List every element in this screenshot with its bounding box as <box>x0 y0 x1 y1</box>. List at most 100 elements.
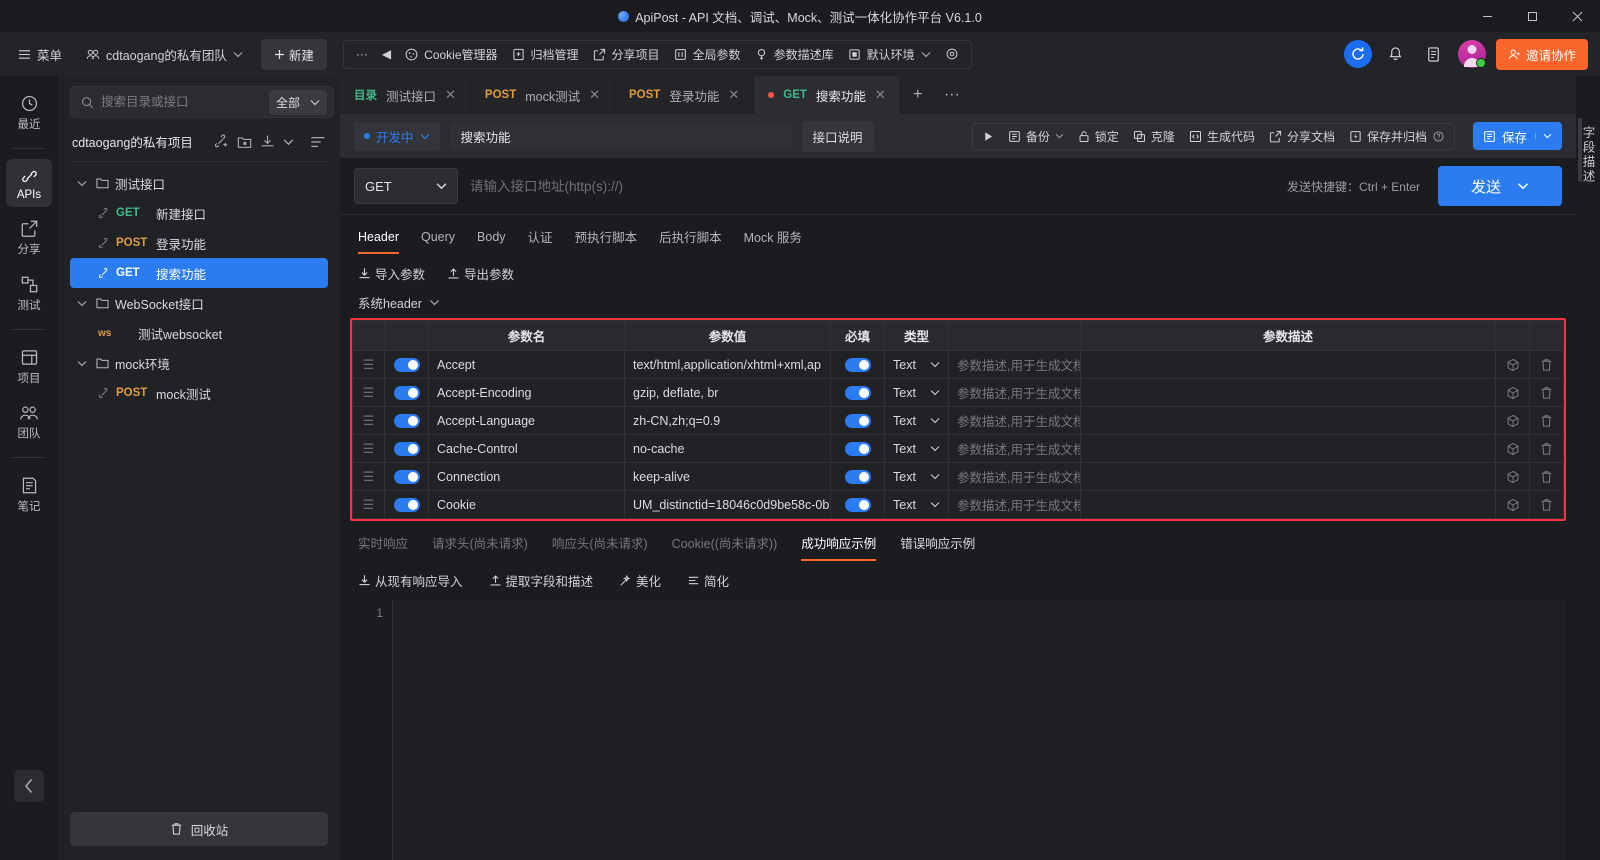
row-delete-button[interactable] <box>1529 406 1564 435</box>
api-status-select[interactable]: 开发中 <box>354 121 440 151</box>
row-drag-handle[interactable]: ☰ <box>352 490 385 519</box>
tree-item-search[interactable]: GET 搜索功能 <box>70 258 328 288</box>
environment-selector[interactable]: 默认环境 <box>848 46 931 63</box>
row-param-name[interactable]: Cookie <box>428 490 625 519</box>
row-drag-handle[interactable]: ☰ <box>352 350 385 379</box>
response-tab-error-example[interactable]: 错误响应示例 <box>900 533 975 561</box>
row-param-name[interactable]: Accept-Language <box>428 406 625 435</box>
row-param-value[interactable]: keep-alive <box>624 462 831 491</box>
row-enable-toggle[interactable] <box>384 434 429 463</box>
maximize-button[interactable] <box>1510 0 1555 32</box>
rail-item-team[interactable]: 团队 <box>6 396 52 447</box>
rail-item-notes[interactable]: 笔记 <box>6 468 52 520</box>
row-enable-toggle[interactable] <box>384 490 429 519</box>
row-desc-placeholder[interactable]: 参数描述,用于生成文档 <box>948 350 1081 379</box>
search-filter-select[interactable]: 全部 <box>269 89 328 115</box>
row-variable-button[interactable] <box>1495 378 1530 407</box>
row-delete-button[interactable] <box>1529 378 1564 407</box>
tab-pre-script[interactable]: 预执行脚本 <box>575 221 638 256</box>
row-param-name[interactable]: Cache-Control <box>428 434 625 463</box>
response-tab-request-headers[interactable]: 请求头(尚未请求) <box>432 533 528 561</box>
project-more-button[interactable] <box>283 138 294 146</box>
sync-button[interactable] <box>1343 40 1372 68</box>
recycle-bin-button[interactable]: 回收站 <box>70 812 328 846</box>
row-required-toggle[interactable] <box>830 490 885 519</box>
tab-more-button[interactable]: ··· <box>935 76 969 114</box>
row-type-select[interactable]: Text <box>884 406 949 435</box>
rail-item-test[interactable]: 测试 <box>6 267 52 319</box>
table-row[interactable]: ☰ Accept text/html,application/xhtml+xml… <box>352 350 1564 379</box>
row-enable-toggle[interactable] <box>384 406 429 435</box>
backup-button[interactable]: 备份 <box>1008 128 1064 145</box>
tab-close-icon[interactable]: ✕ <box>728 87 739 103</box>
row-delete-button[interactable] <box>1529 490 1564 519</box>
param-library-button[interactable]: 参数描述库 <box>755 46 834 63</box>
editor-code-area[interactable] <box>392 600 1566 860</box>
invite-collaborate-button[interactable]: 邀请协作 <box>1495 38 1588 70</box>
tree-item-mock-test[interactable]: POST mock测试 <box>70 378 328 408</box>
chevron-down-icon[interactable] <box>74 175 90 191</box>
table-row[interactable]: ☰ Accept-Language zh-CN,zh;q=0.9 Text 参数… <box>352 406 1564 435</box>
response-tab-cookie[interactable]: Cookie((尚未请求)) <box>672 533 778 561</box>
rail-item-share[interactable]: 分享 <box>6 211 52 263</box>
row-type-select[interactable]: Text <box>884 378 949 407</box>
row-variable-button[interactable] <box>1495 434 1530 463</box>
tab-mock-service[interactable]: Mock 服务 <box>744 221 802 256</box>
response-tab-response-headers[interactable]: 响应头(尚未请求) <box>552 533 648 561</box>
generate-code-button[interactable]: 生成代码 <box>1189 128 1255 145</box>
row-param-name[interactable]: Accept-Encoding <box>428 378 625 407</box>
row-type-select[interactable]: Text <box>884 490 949 519</box>
add-api-button[interactable] <box>214 134 229 149</box>
tree-folder-test-api[interactable]: 测试接口 <box>70 168 328 198</box>
notifications-button[interactable] <box>1382 40 1410 68</box>
new-button[interactable]: 新建 <box>260 38 327 70</box>
system-header-toggle[interactable]: 系统header <box>340 285 458 318</box>
save-button[interactable]: 保存 <box>1472 122 1562 150</box>
response-example-editor[interactable]: 1 <box>350 600 1566 860</box>
url-input[interactable] <box>458 168 1287 204</box>
toolbar-back-button[interactable]: ◀ <box>382 47 391 61</box>
api-description-button[interactable]: 接口说明 <box>801 120 874 152</box>
row-param-desc[interactable] <box>1080 462 1496 491</box>
row-required-toggle[interactable] <box>830 350 885 379</box>
tab-close-icon[interactable]: ✕ <box>875 87 886 103</box>
row-required-toggle[interactable] <box>830 378 885 407</box>
rail-collapse-button[interactable] <box>14 770 44 802</box>
sort-button[interactable] <box>310 135 326 149</box>
new-tab-button[interactable]: + <box>901 76 935 114</box>
menu-button[interactable]: 菜单 <box>12 41 68 68</box>
tree-item-login[interactable]: POST 登录功能 <box>70 228 328 258</box>
send-button[interactable]: 发送 <box>1438 166 1562 206</box>
table-row[interactable]: ☰ Cache-Control no-cache Text 参数描述,用于生成文… <box>352 434 1564 463</box>
save-archive-button[interactable]: 保存并归档 <box>1349 128 1444 145</box>
row-param-desc[interactable] <box>1080 490 1496 519</box>
add-folder-button[interactable] <box>237 135 252 149</box>
export-params-button[interactable]: 导出参数 <box>447 264 514 283</box>
row-delete-button[interactable] <box>1529 462 1564 491</box>
simplify-button[interactable]: 简化 <box>687 571 729 590</box>
tab-close-icon[interactable]: ✕ <box>589 87 600 103</box>
row-drag-handle[interactable]: ☰ <box>352 406 385 435</box>
row-drag-handle[interactable]: ☰ <box>352 378 385 407</box>
search-input[interactable] <box>101 95 262 109</box>
import-from-response-button[interactable]: 从现有响应导入 <box>358 571 463 590</box>
response-tab-success-example[interactable]: 成功响应示例 <box>801 533 877 561</box>
lock-button[interactable]: 锁定 <box>1078 128 1119 145</box>
import-button[interactable] <box>260 134 275 149</box>
rail-item-project[interactable]: 项目 <box>6 340 52 392</box>
row-drag-handle[interactable]: ☰ <box>352 462 385 491</box>
avatar[interactable] <box>1457 40 1486 68</box>
field-description-panel[interactable]: 字段描述 <box>1576 76 1600 860</box>
row-desc-placeholder[interactable]: 参数描述,用于生成文档 <box>948 406 1081 435</box>
tab-mock-test[interactable]: POST mock测试 ✕ <box>471 76 616 114</box>
tree-folder-websocket[interactable]: WebSocket接口 <box>70 288 328 318</box>
row-param-desc[interactable] <box>1080 406 1496 435</box>
tab-login[interactable]: POST 登录功能 ✕ <box>615 76 755 114</box>
chevron-down-icon[interactable] <box>74 355 90 371</box>
eye-toggle-button[interactable] <box>945 47 959 61</box>
row-param-value[interactable]: UM_distinctid=18046c0d9be58c-0b <box>624 490 831 519</box>
row-param-desc[interactable] <box>1080 378 1496 407</box>
import-params-button[interactable]: 导入参数 <box>358 264 425 283</box>
global-params-button[interactable]: 全局参数 <box>674 46 741 63</box>
row-variable-button[interactable] <box>1495 490 1530 519</box>
